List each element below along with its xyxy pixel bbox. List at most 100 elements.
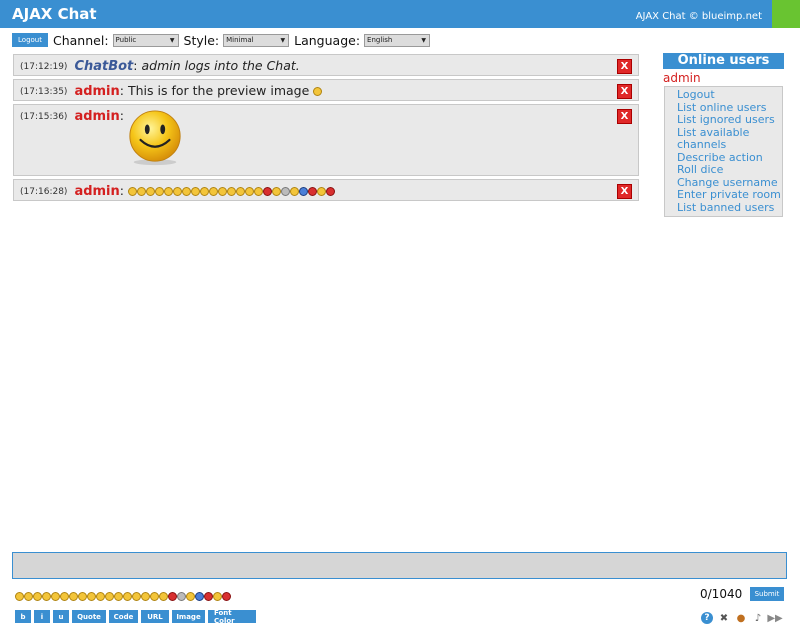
- message-author[interactable]: ChatBot: [74, 59, 133, 74]
- sound-icon[interactable]: ♪: [752, 612, 764, 624]
- image-button[interactable]: Image: [172, 610, 205, 623]
- chat-list: (17:12:19) ChatBot: admin logs into the …: [13, 54, 639, 204]
- angry-emoticon-icon[interactable]: [168, 592, 177, 601]
- emoticon-picker: [15, 592, 231, 603]
- no-entry-icon[interactable]: [204, 592, 213, 601]
- url-button[interactable]: URL: [141, 610, 169, 623]
- message-author[interactable]: admin: [74, 109, 119, 124]
- channel-select[interactable]: Public ▼: [112, 33, 179, 47]
- heart-icon[interactable]: [222, 592, 231, 601]
- message-time: (17:15:36): [20, 111, 68, 122]
- channel-value: Public: [115, 35, 137, 44]
- message-separator: :: [119, 83, 124, 98]
- users-icon[interactable]: ●: [735, 612, 747, 624]
- emoticon-icon[interactable]: [15, 592, 24, 601]
- delete-message-button[interactable]: X: [617, 84, 632, 99]
- emoticon-icon: [271, 187, 281, 196]
- emoticon-icon[interactable]: [24, 592, 33, 601]
- chevron-down-icon: ▼: [280, 36, 286, 44]
- menu-item-roll-dice[interactable]: Roll dice: [677, 163, 782, 177]
- language-value: English: [367, 35, 393, 44]
- emoticon-icon[interactable]: [123, 592, 132, 601]
- style-label: Style:: [183, 32, 220, 48]
- message-separator: :: [133, 58, 138, 73]
- message-author[interactable]: admin: [74, 184, 119, 199]
- emoticon-icon: [253, 187, 263, 196]
- emoticon-icon[interactable]: [51, 592, 60, 601]
- emoticon-icon[interactable]: [132, 592, 141, 601]
- emoticon-icon[interactable]: [141, 592, 150, 601]
- message-text: admin logs into the Chat.: [141, 58, 300, 73]
- emoticon-icon[interactable]: [33, 592, 42, 601]
- language-select[interactable]: English ▼: [364, 33, 431, 47]
- emoticon-icon: [217, 187, 227, 196]
- chat-message: (17:16:28) admin: X: [13, 179, 639, 201]
- emoticon-icon[interactable]: [87, 592, 96, 601]
- bold-button[interactable]: b: [15, 610, 31, 623]
- emoticon-icon: [208, 187, 218, 196]
- menu-item-list-available-channels[interactable]: List available channels: [677, 126, 782, 152]
- message-separator: :: [119, 183, 124, 198]
- no-entry-icon: [307, 187, 317, 196]
- question-icon[interactable]: [195, 592, 204, 601]
- italic-button[interactable]: i: [34, 610, 50, 623]
- warning-icon[interactable]: [213, 592, 222, 601]
- style-select[interactable]: Minimal ▼: [223, 33, 290, 47]
- delete-message-button[interactable]: X: [617, 184, 632, 199]
- code-button[interactable]: Code: [109, 610, 138, 623]
- menu-item-list-ignored-users[interactable]: List ignored users: [677, 113, 782, 127]
- online-users-panel: Online users admin Logout List online us…: [663, 53, 784, 217]
- message-time: (17:13:35): [20, 86, 68, 97]
- message-time: (17:12:19): [20, 61, 68, 72]
- message-input[interactable]: [12, 552, 787, 579]
- emoticon-icon: [163, 187, 173, 196]
- emoticon-icon[interactable]: [42, 592, 51, 601]
- emoticon-icon: [127, 187, 137, 196]
- chat-message: (17:15:36) admin: X: [13, 104, 639, 176]
- user-menu: Logout List online users List ignored us…: [664, 86, 783, 217]
- submit-button[interactable]: Submit: [750, 587, 784, 601]
- channel-label: Channel:: [53, 32, 109, 48]
- emoticon-icon[interactable]: [60, 592, 69, 601]
- delete-message-button[interactable]: X: [617, 59, 632, 74]
- bottom-toolbar: ? ✖ ● ♪ ▶▶: [701, 612, 783, 624]
- emoticon-icon[interactable]: [159, 592, 168, 601]
- emoticon-icon[interactable]: [69, 592, 78, 601]
- toolbar: Logout Channel: Public ▼ Style: Minimal …: [12, 31, 431, 49]
- copyright-text[interactable]: AJAX Chat © blueimp.net: [636, 11, 762, 22]
- menu-item-list-banned-users[interactable]: List banned users: [677, 201, 782, 215]
- logout-button[interactable]: Logout: [12, 33, 48, 47]
- underline-button[interactable]: u: [53, 610, 69, 623]
- exclamation-icon[interactable]: [186, 592, 195, 601]
- emoticon-icon[interactable]: [105, 592, 114, 601]
- speech-bubble-icon[interactable]: [177, 592, 186, 601]
- chevron-down-icon: ▼: [169, 36, 175, 44]
- speech-bubble-icon: [280, 187, 290, 196]
- menu-item-logout[interactable]: Logout: [677, 88, 782, 102]
- message-author[interactable]: admin: [74, 84, 119, 99]
- warning-icon: [316, 187, 326, 196]
- autoscroll-icon[interactable]: ▶▶: [767, 612, 782, 624]
- delete-message-button[interactable]: X: [617, 109, 632, 124]
- chevron-down-icon: ▼: [421, 36, 427, 44]
- help-icon[interactable]: ?: [701, 612, 713, 624]
- emoticon-icon[interactable]: [96, 592, 105, 601]
- emoticon-icon[interactable]: [114, 592, 123, 601]
- settings-icon[interactable]: ✖: [718, 612, 730, 624]
- style-value: Minimal: [226, 35, 254, 44]
- exclamation-icon: [289, 187, 299, 196]
- angry-emoticon-icon: [262, 187, 272, 196]
- emoticon-icon[interactable]: [150, 592, 159, 601]
- emoticon-icon: [190, 187, 200, 196]
- emoticon-icon: [172, 187, 182, 196]
- online-users-title: Online users: [663, 53, 784, 69]
- quote-button[interactable]: Quote: [72, 610, 106, 623]
- emoticon-icon: [244, 187, 254, 196]
- question-icon: [298, 187, 308, 196]
- emoticon-icon[interactable]: [78, 592, 87, 601]
- chat-message: (17:13:35) admin: This is for the previe…: [13, 79, 639, 101]
- online-user-admin[interactable]: admin: [663, 71, 784, 85]
- font-color-button[interactable]: Font Color: [208, 609, 256, 625]
- emoticon-icon: [145, 187, 155, 196]
- menu-item-enter-private-room[interactable]: Enter private room: [677, 188, 782, 202]
